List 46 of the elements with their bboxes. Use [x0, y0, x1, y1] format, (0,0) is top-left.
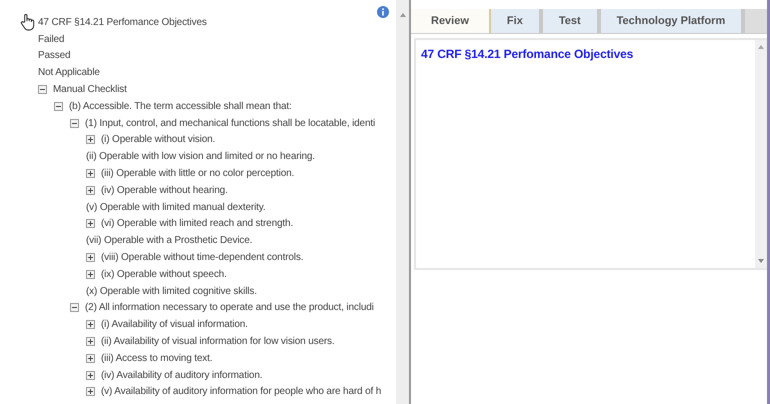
hand-cursor-icon: [20, 13, 35, 32]
tab[interactable]: Test: [542, 9, 601, 33]
tree-item[interactable]: (1) Input, control, and mechanical functions shall be locatable, identi: [85, 118, 376, 129]
expand-toggle[interactable]: [86, 169, 95, 178]
tab[interactable]: Review: [411, 9, 491, 33]
tree-item[interactable]: (iv) Availability of auditory information.: [101, 370, 262, 381]
expand-toggle[interactable]: [86, 186, 95, 195]
expand-toggle[interactable]: [86, 320, 95, 330]
tree-item[interactable]: 47 CRF §14.21 Perfomance Objectives: [38, 16, 207, 28]
info-icon[interactable]: [377, 6, 389, 18]
tree-item[interactable]: (x) Operable with limited cognitive skills.: [86, 286, 257, 297]
tree-item[interactable]: Manual Checklist: [53, 84, 127, 96]
tree-item[interactable]: (2) All information necessary to operate and use the product, includi: [85, 302, 374, 314]
expand-toggle[interactable]: [86, 219, 95, 228]
expand-toggle[interactable]: [86, 135, 95, 144]
collapse-toggle[interactable]: [70, 118, 79, 128]
tree-item[interactable]: (v) Availability of auditory information for people who are hard of h: [101, 386, 382, 398]
tree-item[interactable]: Not Applicable: [38, 67, 100, 78]
tree-item[interactable]: Passed: [38, 50, 70, 62]
tree-item[interactable]: (v) Operable with limited manual dexterity.: [86, 202, 266, 213]
collapse-toggle[interactable]: [38, 85, 47, 94]
tree-item[interactable]: (iii) Operable with little or no color perception.: [101, 168, 294, 180]
scroll-down-icon[interactable]: [758, 259, 764, 263]
tree-item[interactable]: (i) Availability of visual information.: [101, 319, 248, 330]
review-heading: 47 CRF §14.21 Perfomance Objectives: [420, 46, 634, 63]
tree-item[interactable]: (vii) Operable with a Prosthetic Device.: [86, 235, 252, 246]
tree-item[interactable]: (iii) Access to moving text.: [101, 352, 212, 364]
tree-item[interactable]: (vi) Operable with limited reach and strength.: [101, 218, 294, 230]
tree-item[interactable]: (ii) Availability of visual information for low vision users.: [101, 336, 335, 348]
tree-item[interactable]: (viii) Operable without time-dependent controls.: [101, 252, 304, 264]
collapse-toggle[interactable]: [70, 303, 79, 312]
tree-item[interactable]: (ix) Operable without speech.: [101, 268, 227, 280]
tree-item[interactable]: (iv) Operable without hearing.: [101, 184, 228, 196]
tab[interactable]: Fix: [490, 9, 543, 33]
expand-toggle[interactable]: [86, 337, 95, 346]
expand-toggle[interactable]: [86, 253, 95, 262]
collapse-toggle[interactable]: [54, 102, 63, 111]
expand-toggle[interactable]: [86, 370, 95, 380]
expand-toggle[interactable]: [86, 354, 95, 363]
tree-item[interactable]: Failed: [38, 34, 64, 45]
tree-item[interactable]: (i) Operable without vision.: [101, 134, 216, 146]
tree-item[interactable]: (b) Accessible. The term accessible shall mean that:: [69, 100, 292, 112]
expand-toggle[interactable]: [86, 387, 95, 396]
expand-toggle[interactable]: [86, 270, 95, 279]
tab[interactable]: Technology Platform: [600, 9, 746, 33]
tree-item[interactable]: (ii) Operable with low vision and limited or no hearing.: [86, 151, 315, 162]
